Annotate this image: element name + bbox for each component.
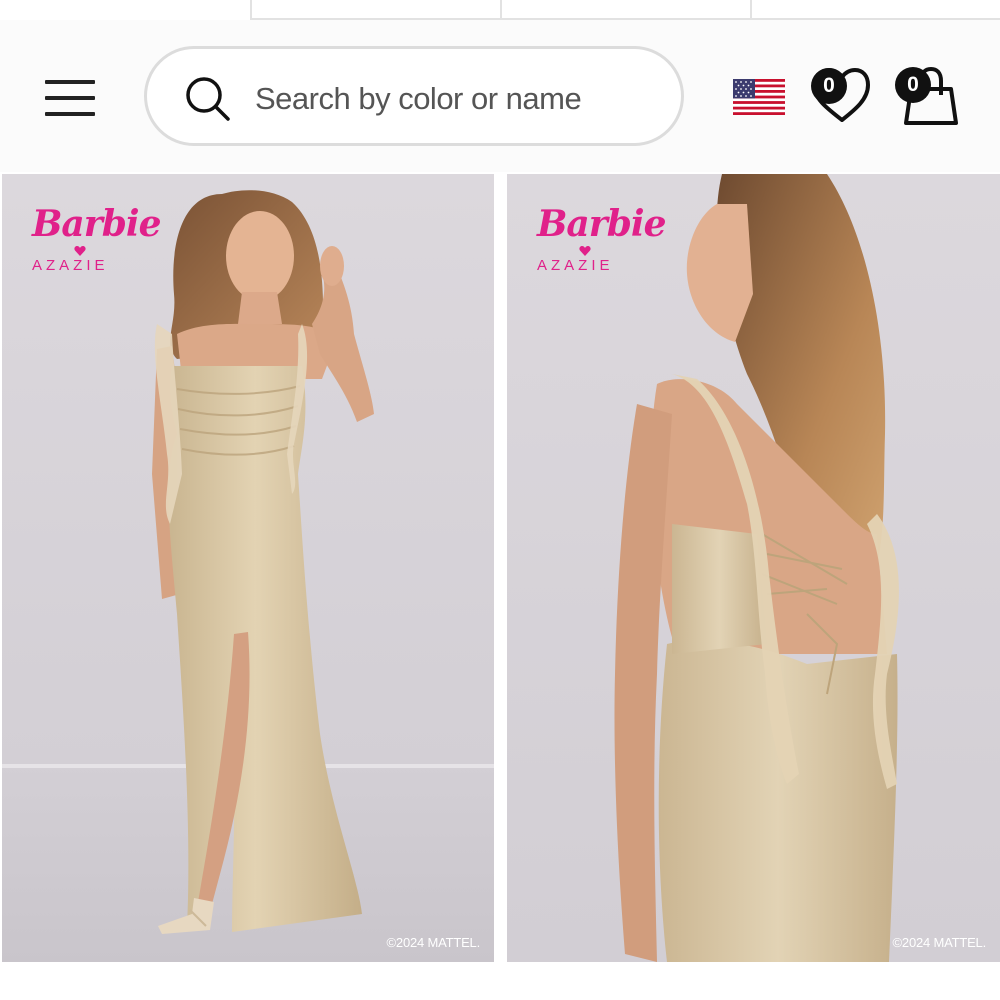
us-flag-icon[interactable]: [733, 79, 785, 115]
barbie-azazie-logo: Barbie AZAZIE: [537, 203, 666, 274]
copyright-text: ©2024 MATTEL.: [386, 935, 481, 950]
top-strip-cell[interactable]: [250, 0, 500, 18]
wishlist-count-badge: 0: [811, 68, 847, 104]
search-bar[interactable]: [144, 46, 684, 146]
shopping-bag-button[interactable]: 0: [893, 65, 959, 127]
hamburger-menu-icon[interactable]: [40, 74, 100, 122]
wishlist-button[interactable]: 0: [808, 65, 870, 123]
model-front-photo: [2, 174, 494, 962]
site-header: 0 0: [0, 20, 1000, 172]
page-bottom-area: [0, 962, 1000, 1000]
barbie-logo-text: Barbie: [32, 203, 161, 245]
small-heart-icon: [579, 246, 591, 256]
bag-count-badge: 0: [895, 67, 931, 103]
top-strip-cell[interactable]: [500, 0, 750, 18]
copyright-text: ©2024 MATTEL.: [892, 935, 987, 950]
search-icon: [186, 77, 230, 121]
azazie-logo-text: AZAZIE: [537, 257, 614, 274]
barbie-azazie-logo: Barbie AZAZIE: [32, 203, 161, 274]
app-page: 0 0: [0, 0, 1000, 1000]
model-back-photo: [507, 174, 1000, 962]
product-image-front[interactable]: Barbie AZAZIE ©2024 MATTEL.: [2, 174, 494, 962]
product-image-back[interactable]: Barbie AZAZIE ©2024 MATTEL.: [507, 174, 1000, 962]
search-input[interactable]: [255, 75, 655, 123]
barbie-logo-text: Barbie: [537, 203, 666, 245]
top-strip-cell[interactable]: [750, 0, 1000, 18]
azazie-logo-text: AZAZIE: [32, 257, 109, 274]
top-tab-strip: [250, 0, 1000, 20]
small-heart-icon: [74, 246, 86, 256]
